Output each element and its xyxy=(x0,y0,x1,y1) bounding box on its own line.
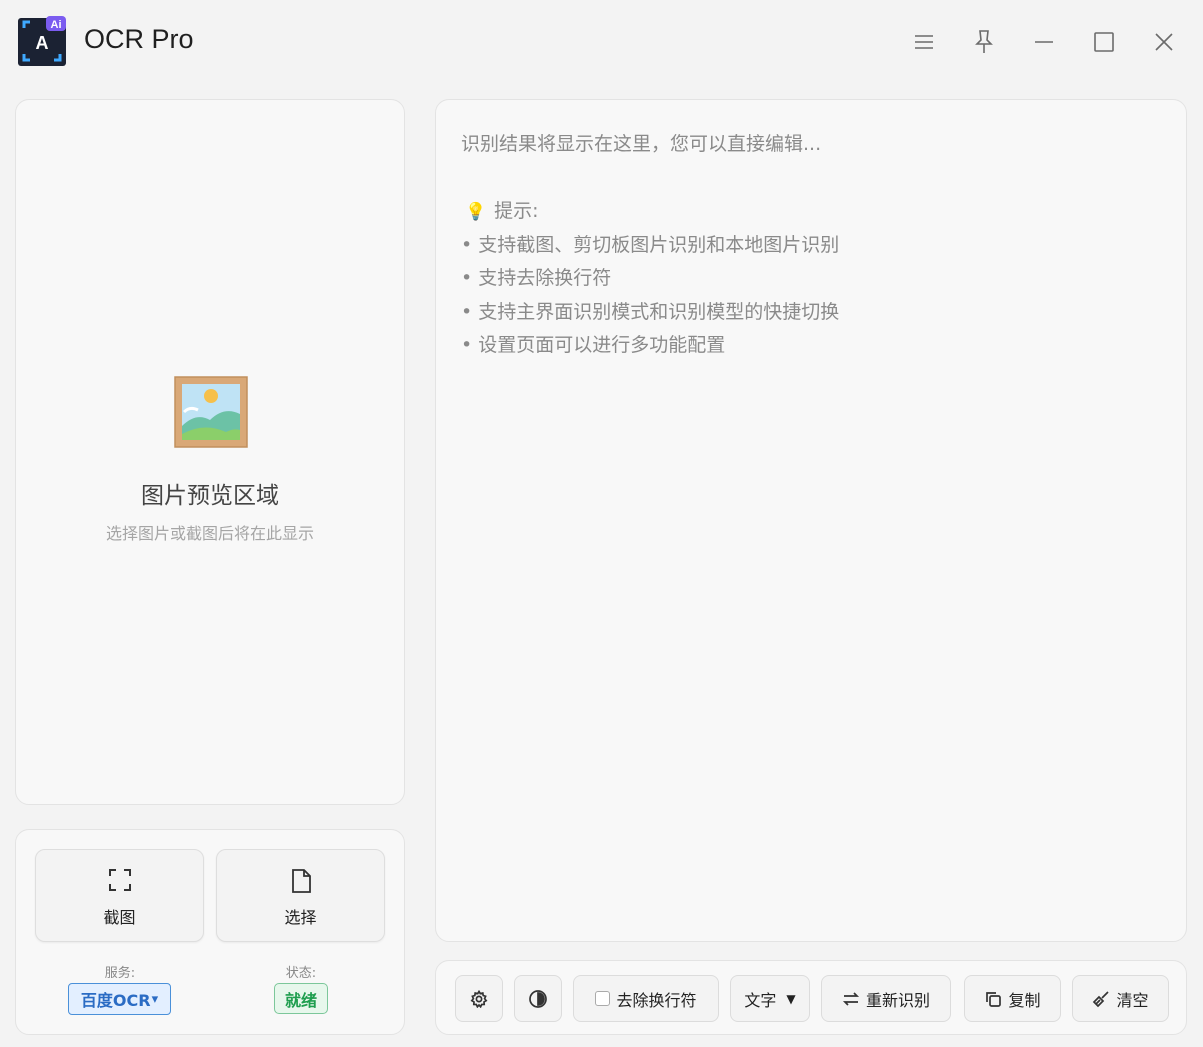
select-label: 选择 xyxy=(284,908,317,927)
screenshot-label: 截图 xyxy=(103,908,136,927)
tip-heading: 💡 提示: xyxy=(461,195,1161,229)
tip-item: • 支持截图、剪切板图片识别和本地图片识别 xyxy=(461,233,840,256)
title-bar: A Ai OCR Pro xyxy=(0,0,1203,84)
copy-label: 复制 xyxy=(1008,990,1041,1010)
status-label: 状态: xyxy=(285,966,317,981)
maximize-icon xyxy=(1094,32,1114,52)
refresh-icon xyxy=(842,991,860,1006)
remove-newline-label: 去除换行符 xyxy=(616,990,697,1010)
settings-button[interactable] xyxy=(455,975,503,1022)
checkbox-box[interactable] xyxy=(595,991,611,1006)
status-badge: 就绪 xyxy=(274,983,328,1014)
menu-icon xyxy=(915,35,933,49)
bottom-toolbar: 去除换行符 文字 ▼ 重新识别 复制 清空 xyxy=(435,960,1187,1035)
pin-button[interactable] xyxy=(964,22,1004,62)
svg-text:Ai: Ai xyxy=(51,19,62,31)
minimize-icon xyxy=(1035,41,1053,43)
chevron-down-icon: ▼ xyxy=(786,991,796,1006)
maximize-button[interactable] xyxy=(1084,22,1124,62)
app-title: OCR Pro xyxy=(84,24,194,54)
minimize-button[interactable] xyxy=(1024,22,1064,62)
gear-icon xyxy=(470,989,488,1008)
svg-text:A: A xyxy=(36,33,49,53)
tip-item: • 支持去除换行符 xyxy=(461,267,612,289)
menu-button[interactable] xyxy=(904,22,944,62)
service-label: 服务: xyxy=(104,966,136,981)
contrast-icon xyxy=(529,989,547,1008)
action-panel: 截图 选择 服务: 百度OCR ▾ 状态: 就绪 xyxy=(15,829,405,1035)
lightbulb-icon: 💡 xyxy=(465,202,487,222)
image-preview-area[interactable]: 图片预览区域 选择图片或截图后将在此显示 xyxy=(15,99,405,805)
close-icon xyxy=(1155,33,1173,51)
tip-title: 提示: xyxy=(494,200,539,222)
service-value: 百度OCR xyxy=(80,991,151,1010)
theme-toggle-button[interactable] xyxy=(514,975,562,1022)
copy-button[interactable]: 复制 xyxy=(964,975,1061,1022)
preview-title: 图片预览区域 xyxy=(141,483,279,509)
rerecognize-label: 重新识别 xyxy=(865,990,930,1010)
tip-item: • 支持主界面识别模式和识别模型的快捷切换 xyxy=(461,300,840,323)
copy-icon xyxy=(986,991,1002,1007)
tip-item: • 设置页面可以进行多功能配置 xyxy=(461,334,726,356)
result-placeholder: 识别结果将显示在这里，您可以直接编辑... 💡 提示: • 支持截图、剪切板图片识… xyxy=(461,128,1161,363)
service-select[interactable]: 百度OCR ▾ xyxy=(68,983,171,1015)
app-logo-icon: A Ai xyxy=(18,16,66,66)
broom-icon xyxy=(1093,990,1110,1007)
mode-select[interactable]: 文字 ▼ xyxy=(730,975,810,1022)
screenshot-button[interactable]: 截图 xyxy=(35,849,204,942)
clear-label: 清空 xyxy=(1116,990,1149,1010)
pin-icon xyxy=(975,30,993,53)
remove-newline-checkbox[interactable]: 去除换行符 xyxy=(573,975,719,1022)
picture-icon xyxy=(174,376,248,448)
file-icon xyxy=(291,869,311,893)
select-file-button[interactable]: 选择 xyxy=(216,849,385,942)
clear-button[interactable]: 清空 xyxy=(1072,975,1169,1022)
mode-value: 文字 xyxy=(744,990,777,1010)
chevron-down-icon: ▾ xyxy=(151,991,159,1007)
result-editor[interactable]: 识别结果将显示在这里，您可以直接编辑... 💡 提示: • 支持截图、剪切板图片识… xyxy=(435,99,1187,942)
preview-subtitle: 选择图片或截图后将在此显示 xyxy=(105,524,314,543)
screenshot-icon xyxy=(108,869,131,891)
close-button[interactable] xyxy=(1144,22,1184,62)
rerecognize-button[interactable]: 重新识别 xyxy=(821,975,951,1022)
placeholder-line: 识别结果将显示在这里，您可以直接编辑... xyxy=(461,133,822,155)
